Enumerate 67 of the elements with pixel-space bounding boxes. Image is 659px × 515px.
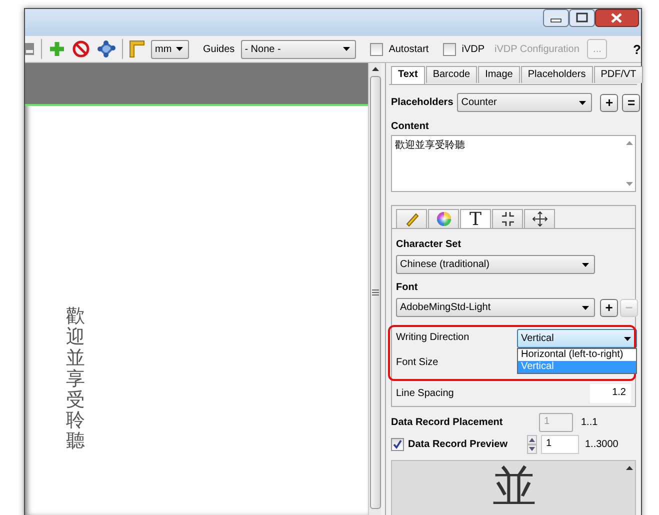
data-record-preview-field[interactable]: 1 (541, 435, 579, 454)
up-arrow-icon (626, 466, 632, 470)
shrink-icon (500, 211, 516, 227)
autostart-label: Autostart (388, 44, 429, 54)
font-label: Font (396, 282, 419, 293)
tab[interactable]: Text (391, 66, 425, 84)
tab[interactable]: Placeholders (520, 66, 593, 83)
line-spacing-field[interactable]: 1.2 (590, 384, 631, 403)
font-size-label: Font Size (396, 357, 438, 368)
caret-icon (582, 262, 589, 266)
guides-dropdown[interactable]: - None - (240, 40, 356, 58)
caret-icon (342, 47, 350, 51)
scrollbar[interactable] (368, 63, 381, 515)
minimize-button[interactable] (543, 9, 569, 27)
character-set-dropdown[interactable]: Chinese (traditional) (396, 255, 595, 274)
unit-dropdown[interactable]: mm (151, 40, 189, 58)
tab[interactable] (524, 209, 555, 228)
line-spacing-label: Line Spacing (396, 388, 454, 399)
vertical-text: 歡迎並享受聆聽 (66, 306, 85, 452)
content-field[interactable]: 歡迎並享受聆聽 (391, 135, 636, 192)
data-record-placement-label: Data Record Placement (391, 417, 503, 428)
help-button[interactable]: ? (633, 42, 641, 56)
plus-icon[interactable] (48, 40, 66, 58)
guides-label: Guides (203, 44, 235, 54)
tab[interactable]: Barcode (426, 66, 478, 83)
close-button[interactable] (595, 9, 639, 27)
tab[interactable] (492, 209, 523, 228)
ivdp-label: iVDP (462, 44, 485, 54)
tab[interactable]: Image (478, 66, 520, 83)
scrollbar-thumb[interactable] (370, 76, 381, 509)
caret-icon (579, 100, 586, 104)
add-button[interactable]: + (600, 298, 618, 316)
equal-button[interactable]: = (622, 94, 640, 112)
caret-icon (582, 306, 589, 310)
color-wheel-icon (436, 211, 452, 227)
checkbox[interactable] (370, 42, 383, 56)
placeholders-label: Placeholders (391, 97, 454, 108)
font-dropdown[interactable]: AdobeMingStd-Light (396, 298, 595, 317)
move-icon (532, 211, 548, 227)
caret-icon (176, 47, 183, 51)
up-arrow-icon (372, 67, 379, 71)
tab[interactable]: T (460, 209, 491, 228)
tab[interactable]: PDF/VT (594, 66, 644, 83)
preview-glyph: 並 (492, 465, 536, 509)
placeholders-dropdown[interactable]: Counter (457, 93, 592, 112)
no-entry-icon[interactable] (72, 40, 90, 58)
network-icon[interactable] (96, 40, 116, 58)
range-label: 1..1 (581, 417, 599, 428)
data-record-preview-label: Data Record Preview (408, 439, 508, 450)
pencil-icon (404, 211, 420, 227)
writing-direction-dropdown[interactable]: Vertical (517, 329, 637, 348)
checkbox[interactable] (391, 438, 404, 451)
checkbox[interactable] (442, 42, 456, 56)
range-label: 1..3000 (585, 439, 620, 450)
content-label: Content (391, 121, 430, 132)
down-arrow-icon (626, 182, 632, 186)
add-button[interactable]: + (600, 94, 618, 112)
ruler-icon[interactable] (129, 40, 145, 58)
spinner-icon[interactable] (527, 435, 537, 454)
character-set-label: Character Set (396, 239, 462, 250)
maximize-button[interactable] (569, 9, 595, 27)
writing-direction-label: Writing Direction (396, 332, 470, 343)
up-arrow-icon (626, 141, 632, 145)
grip-icon (372, 289, 379, 296)
dropdown-option[interactable]: Horizontal (left-to-right) (518, 349, 636, 361)
ivdp-configuration-label: iVDP Configuration (494, 44, 580, 54)
caret-icon (624, 336, 631, 340)
